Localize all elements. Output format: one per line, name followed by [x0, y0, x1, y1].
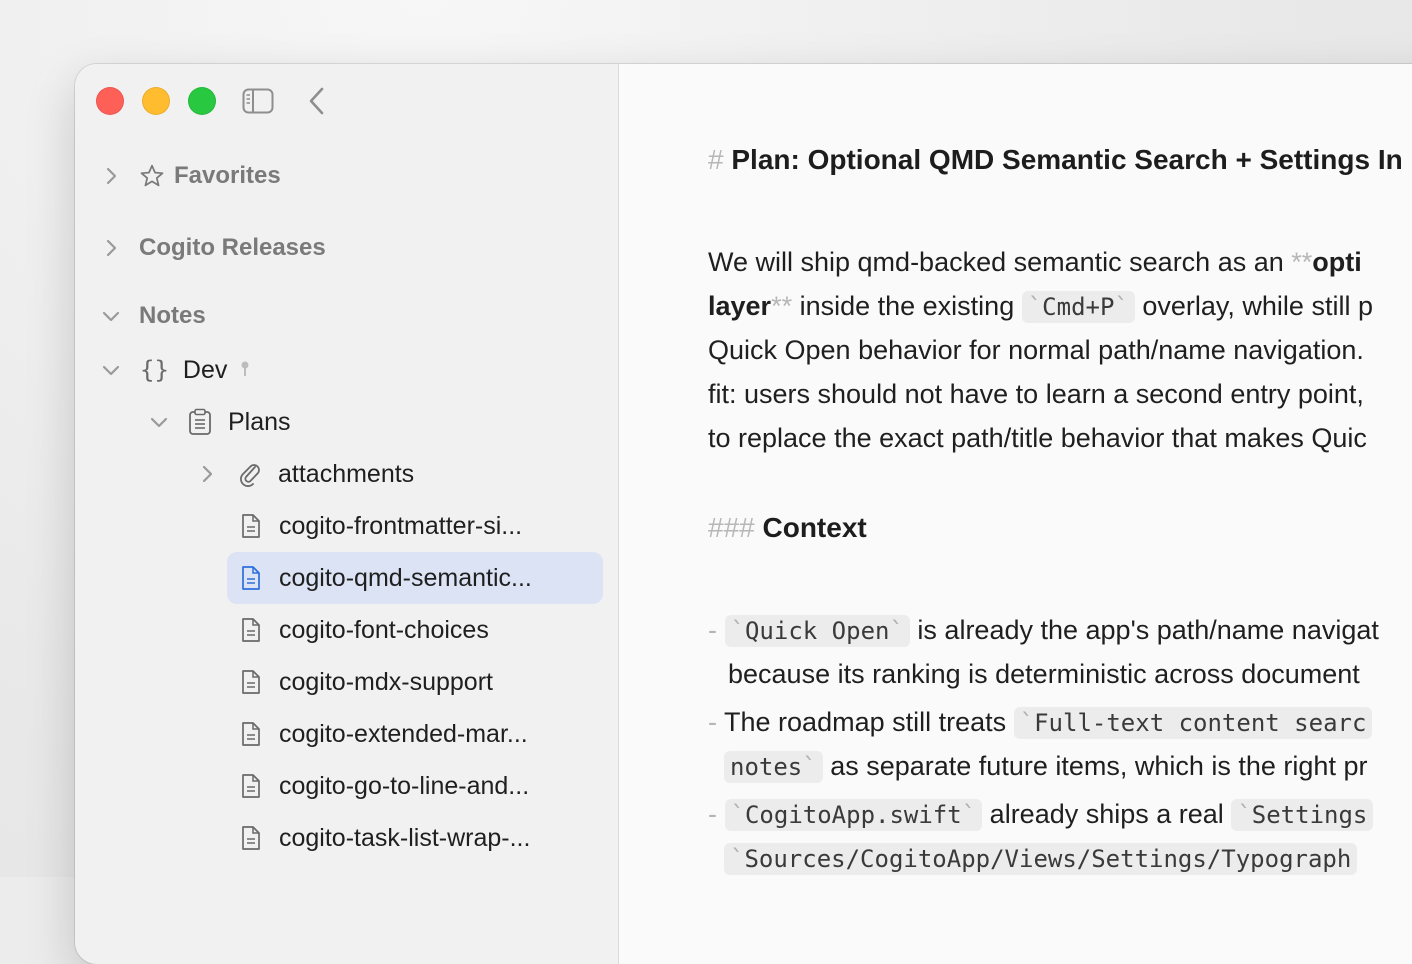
heading-marker: # — [708, 144, 724, 175]
chevron-right-icon — [100, 165, 122, 187]
sidebar-item-file[interactable]: cogito-extended-mar... — [240, 712, 528, 756]
sidebar-item-label: cogito-mdx-support — [279, 667, 493, 696]
sidebar-section-favorites[interactable]: Favorites — [100, 154, 281, 198]
sidebar-item-label: cogito-extended-mar... — [279, 719, 528, 748]
text-run: overlay, while still p — [1134, 291, 1373, 321]
sidebar-item-label: cogito-task-list-wrap-... — [279, 823, 531, 852]
inline-code: `Sources/CogitoApp/Views/Settings/Typogr… — [724, 843, 1358, 875]
bold-marker: ** — [771, 291, 793, 321]
notes-label: Notes — [139, 302, 206, 329]
list-item-continuation: because its ranking is deterministic acr… — [728, 659, 1360, 689]
list-item: - The roadmap still treats `Full-text co… — [708, 700, 1373, 745]
text-run: as separate future items, which is the r… — [822, 751, 1368, 781]
editor-pane[interactable]: # Plan: Optional QMD Semantic Search + S… — [619, 64, 1412, 964]
inline-code: notes` — [724, 751, 823, 783]
sidebar-item-file[interactable]: cogito-task-list-wrap-... — [240, 816, 530, 860]
text-run: The roadmap still treats — [724, 707, 1014, 737]
sidebar-item-label: cogito-qmd-semantic... — [279, 563, 532, 592]
paragraph-line: We will ship qmd-backed semantic search … — [708, 240, 1362, 284]
document-icon — [240, 825, 262, 851]
paragraph-line: fit: users should not have to learn a se… — [708, 379, 1364, 409]
sidebar-item-label: cogito-go-to-line-and... — [279, 771, 530, 800]
inline-code: `Quick Open` — [724, 615, 910, 647]
paragraph-line: to replace the exact path/title behavior… — [708, 423, 1367, 453]
text-run: We will ship qmd-backed semantic search … — [708, 247, 1292, 277]
plans-label: Plans — [228, 407, 291, 436]
sidebar-item-file[interactable]: cogito-frontmatter-si... — [240, 504, 522, 548]
inline-code: `Settings — [1231, 799, 1374, 831]
text-run: already ships a real — [982, 799, 1232, 829]
sidebar-item-file[interactable]: cogito-font-choices — [240, 608, 489, 652]
chevron-down-icon — [148, 411, 170, 433]
paragraph-line: layer** inside the existing `Cmd+P` over… — [708, 284, 1373, 329]
list-bullet: - — [708, 799, 717, 829]
sidebar-item-label: attachments — [278, 459, 415, 488]
sidebar-item-file-selected[interactable]: cogito-qmd-semantic... — [240, 556, 532, 600]
sidebar-icon — [242, 88, 274, 114]
document-heading: # Plan: Optional QMD Semantic Search + S… — [708, 144, 1403, 176]
back-button[interactable] — [301, 86, 333, 116]
bold-marker: ** — [1291, 247, 1313, 277]
sidebar: Favorites Cogito Releases Notes {} Dev P… — [75, 64, 619, 964]
list-item-continuation: `Sources/CogitoApp/Views/Settings/Typogr… — [724, 836, 1358, 881]
document-icon — [240, 669, 262, 695]
dev-label: Dev — [182, 355, 228, 384]
braces-icon: {} — [140, 356, 169, 384]
heading-text: Context — [762, 512, 867, 543]
toggle-sidebar-button[interactable] — [242, 86, 274, 116]
maximize-window-button[interactable] — [188, 87, 216, 115]
heading-marker: ### — [708, 512, 755, 543]
document-icon — [240, 773, 262, 799]
list-bullet: - — [708, 707, 717, 737]
sidebar-folder-plans[interactable]: Plans — [148, 400, 291, 444]
inline-code: `Cmd+P` — [1021, 291, 1135, 323]
sidebar-item-file[interactable]: cogito-mdx-support — [240, 660, 493, 704]
list-item: - `Quick Open` is already the app's path… — [708, 608, 1379, 653]
document-icon — [240, 565, 262, 591]
sidebar-section-notes[interactable]: Notes — [100, 294, 206, 338]
chevron-right-icon — [196, 463, 218, 485]
chevron-down-icon — [100, 359, 122, 381]
close-window-button[interactable] — [96, 87, 124, 115]
text-run: is already the app's path/name navigat — [909, 615, 1379, 645]
favorites-label: Favorites — [174, 162, 281, 189]
paragraph-line: Quick Open behavior for normal path/name… — [708, 335, 1364, 365]
sidebar-item-file[interactable]: cogito-go-to-line-and... — [240, 764, 529, 808]
heading-text: Plan: Optional QMD Semantic Search + Set… — [731, 144, 1403, 175]
inline-code: `Full-text content searc — [1013, 707, 1373, 739]
sidebar-section-cogito-releases[interactable]: Cogito Releases — [100, 226, 326, 270]
sidebar-item-label: cogito-frontmatter-si... — [279, 511, 523, 540]
list-bullet: - — [708, 615, 717, 645]
paperclip-icon — [238, 461, 262, 487]
sidebar-item-attachments[interactable]: attachments — [196, 452, 414, 496]
chevron-down-icon — [100, 305, 122, 327]
sidebar-folder-dev[interactable]: {} Dev — [100, 348, 251, 392]
inline-code: `CogitoApp.swift` — [724, 799, 983, 831]
document-icon — [240, 513, 262, 539]
bold-text: layer — [708, 291, 772, 321]
list-item-continuation: notes` as separate future items, which i… — [724, 744, 1367, 789]
context-heading: ### Context — [708, 512, 867, 544]
cogito-releases-label: Cogito Releases — [139, 234, 326, 261]
chevron-right-icon — [100, 237, 122, 259]
document-icon — [240, 721, 262, 747]
text-run: inside the existing — [792, 291, 1022, 321]
pin-icon — [239, 360, 251, 380]
sidebar-item-label: cogito-font-choices — [279, 615, 489, 644]
minimize-window-button[interactable] — [142, 87, 170, 115]
list-item: - `CogitoApp.swift` already ships a real… — [708, 792, 1374, 837]
clipboard-icon — [188, 408, 212, 436]
app-window: Favorites Cogito Releases Notes {} Dev P… — [75, 64, 1412, 964]
star-icon — [139, 163, 165, 189]
document-icon — [240, 617, 262, 643]
chevron-left-icon — [309, 87, 324, 115]
bold-text: opti — [1312, 247, 1362, 277]
